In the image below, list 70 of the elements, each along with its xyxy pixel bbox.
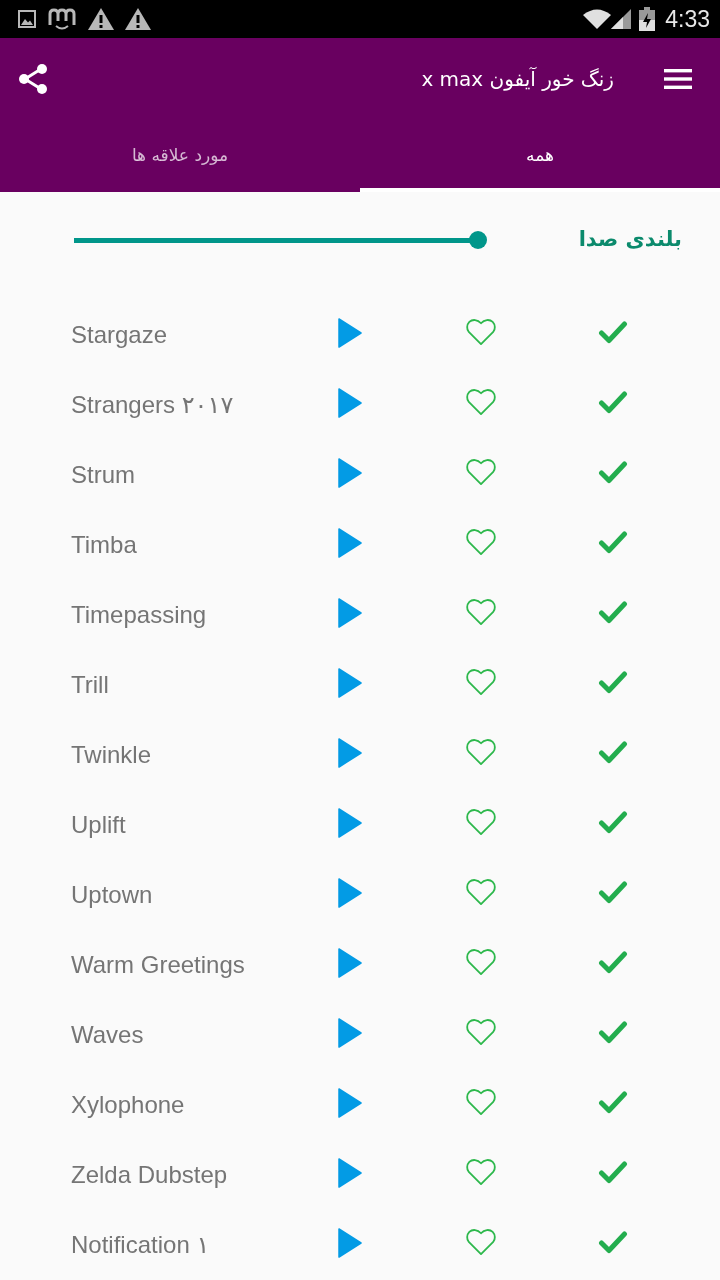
play-icon[interactable] [338, 1158, 362, 1188]
app-title: زنگ خور آیفون x max [421, 66, 614, 93]
play-icon[interactable] [338, 458, 362, 488]
slider-thumb[interactable] [469, 231, 487, 249]
ringtone-name: Strum [71, 460, 136, 490]
ringtone-name: Uplift [71, 810, 127, 840]
ringtone-name: Twinkle [71, 740, 153, 770]
check-icon[interactable] [598, 460, 628, 484]
gallery-icon [18, 10, 36, 28]
ringtone-name: Warm Greetings [71, 950, 246, 980]
check-icon[interactable] [598, 670, 628, 694]
heart-icon[interactable] [466, 878, 496, 906]
check-icon[interactable] [598, 950, 628, 974]
ringtone-name: Strangers ۲۰۱۷ [71, 390, 235, 420]
heart-icon[interactable] [466, 598, 496, 626]
heart-icon[interactable] [466, 808, 496, 836]
tab[interactable]: مورد علاقه ها [0, 120, 360, 192]
check-icon[interactable] [598, 1230, 628, 1254]
heart-icon[interactable] [466, 1158, 496, 1186]
ringtone-name: Uptown [71, 880, 154, 910]
ringtone-name: Xylophone [71, 1090, 186, 1120]
ringtone-name: Stargaze [71, 320, 169, 350]
heart-icon[interactable] [466, 458, 496, 486]
play-icon[interactable] [338, 808, 362, 838]
volume-label: بلندی صدا [578, 226, 682, 254]
ringtone-name: Zelda Dubstep [71, 1160, 229, 1190]
battery-icon [639, 7, 656, 31]
ringtone-name: Notification ۱ [71, 1230, 211, 1260]
play-icon[interactable] [338, 528, 362, 558]
play-icon[interactable] [338, 738, 362, 768]
play-icon[interactable] [338, 948, 362, 978]
check-icon[interactable] [598, 1160, 628, 1184]
check-icon[interactable] [598, 810, 628, 834]
menu-icon[interactable] [664, 69, 692, 89]
ringtone-name: Waves [71, 1020, 145, 1050]
heart-icon[interactable] [466, 528, 496, 556]
play-icon[interactable] [338, 388, 362, 418]
check-icon[interactable] [598, 1020, 628, 1044]
warning-icon [88, 8, 114, 30]
heart-icon[interactable] [466, 1228, 496, 1256]
play-icon[interactable] [338, 1088, 362, 1118]
check-icon[interactable] [598, 600, 628, 624]
check-icon[interactable] [598, 880, 628, 904]
tab[interactable]: همه [360, 120, 720, 192]
heart-icon[interactable] [466, 1088, 496, 1116]
signal-icon [611, 9, 632, 29]
ringtone-name: Timepassing [71, 600, 208, 630]
status-time: 4:33 [665, 7, 710, 31]
smile-logo-icon [47, 7, 77, 31]
check-icon[interactable] [598, 390, 628, 414]
share-icon[interactable] [18, 63, 48, 95]
heart-icon[interactable] [466, 1018, 496, 1046]
heart-icon[interactable] [466, 388, 496, 416]
ringtone-name: Timba [71, 530, 138, 560]
check-icon[interactable] [598, 530, 628, 554]
play-icon[interactable] [338, 1018, 362, 1048]
heart-icon[interactable] [466, 738, 496, 766]
heart-icon[interactable] [466, 668, 496, 696]
heart-icon[interactable] [466, 318, 496, 346]
play-icon[interactable] [338, 598, 362, 628]
check-icon[interactable] [598, 740, 628, 764]
warning-icon [125, 8, 151, 30]
play-icon[interactable] [338, 878, 362, 908]
check-icon[interactable] [598, 320, 628, 344]
heart-icon[interactable] [466, 948, 496, 976]
play-icon[interactable] [338, 1228, 362, 1258]
play-icon[interactable] [338, 668, 362, 698]
check-icon[interactable] [598, 1090, 628, 1114]
ringtone-name: Trill [71, 670, 110, 700]
play-icon[interactable] [338, 318, 362, 348]
